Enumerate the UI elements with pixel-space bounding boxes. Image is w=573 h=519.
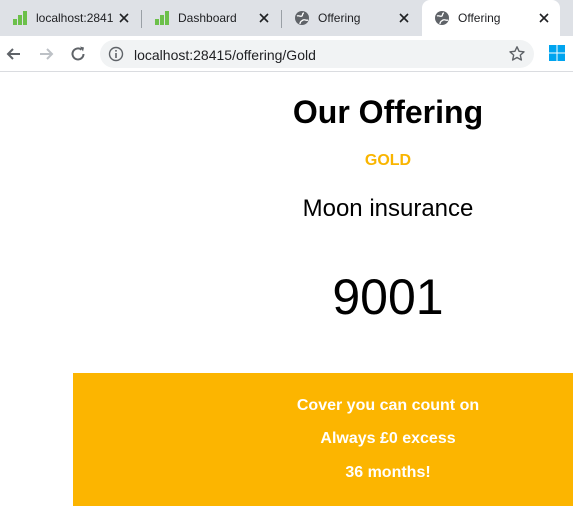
close-icon[interactable] — [536, 10, 552, 26]
browser-toolbar: localhost:28415/offering/Gold — [0, 36, 573, 72]
forward-arrow-icon[interactable] — [36, 44, 56, 64]
globe-icon — [435, 11, 449, 25]
tab-offering-active[interactable]: Offering — [422, 0, 560, 36]
green-stairs-icon — [155, 11, 169, 25]
benefit-item: 36 months! — [345, 464, 431, 481]
benefit-item: Cover you can count on — [296, 397, 480, 414]
tab-localhost[interactable]: localhost:2841 — [0, 0, 140, 36]
product-name: Moon insurance — [302, 195, 474, 222]
windows-logo-icon[interactable] — [549, 45, 565, 61]
info-icon[interactable] — [108, 46, 124, 62]
page-content: Our Offering GOLD Moon insurance 9001 Co… — [0, 72, 573, 519]
page-title: Our Offering — [292, 94, 484, 130]
address-bar[interactable]: localhost:28415/offering/Gold — [100, 40, 534, 68]
close-icon[interactable] — [396, 10, 412, 26]
bookmark-star-icon[interactable] — [508, 45, 526, 63]
green-stairs-icon — [13, 11, 27, 25]
tab-label: Offering — [458, 11, 501, 25]
tab-offering[interactable]: Offering — [282, 0, 420, 36]
tier-label: GOLD — [364, 152, 412, 169]
reload-icon[interactable] — [68, 44, 88, 64]
tab-label: Dashboard — [178, 11, 237, 25]
tab-strip: localhost:2841 Dashboard Offering Offeri… — [0, 0, 573, 36]
benefit-item: Always £0 excess — [320, 430, 456, 447]
close-icon[interactable] — [116, 10, 132, 26]
tab-label: Offering — [318, 11, 361, 25]
back-arrow-icon[interactable] — [4, 44, 24, 64]
tab-label: localhost:2841 — [36, 11, 114, 25]
globe-icon — [295, 11, 309, 25]
tab-dashboard[interactable]: Dashboard — [142, 0, 280, 36]
url-text[interactable]: localhost:28415/offering/Gold — [134, 47, 316, 63]
benefits-banner: Cover you can count on Always £0 excess … — [73, 373, 573, 506]
price-value: 9001 — [332, 269, 444, 325]
close-icon[interactable] — [256, 10, 272, 26]
